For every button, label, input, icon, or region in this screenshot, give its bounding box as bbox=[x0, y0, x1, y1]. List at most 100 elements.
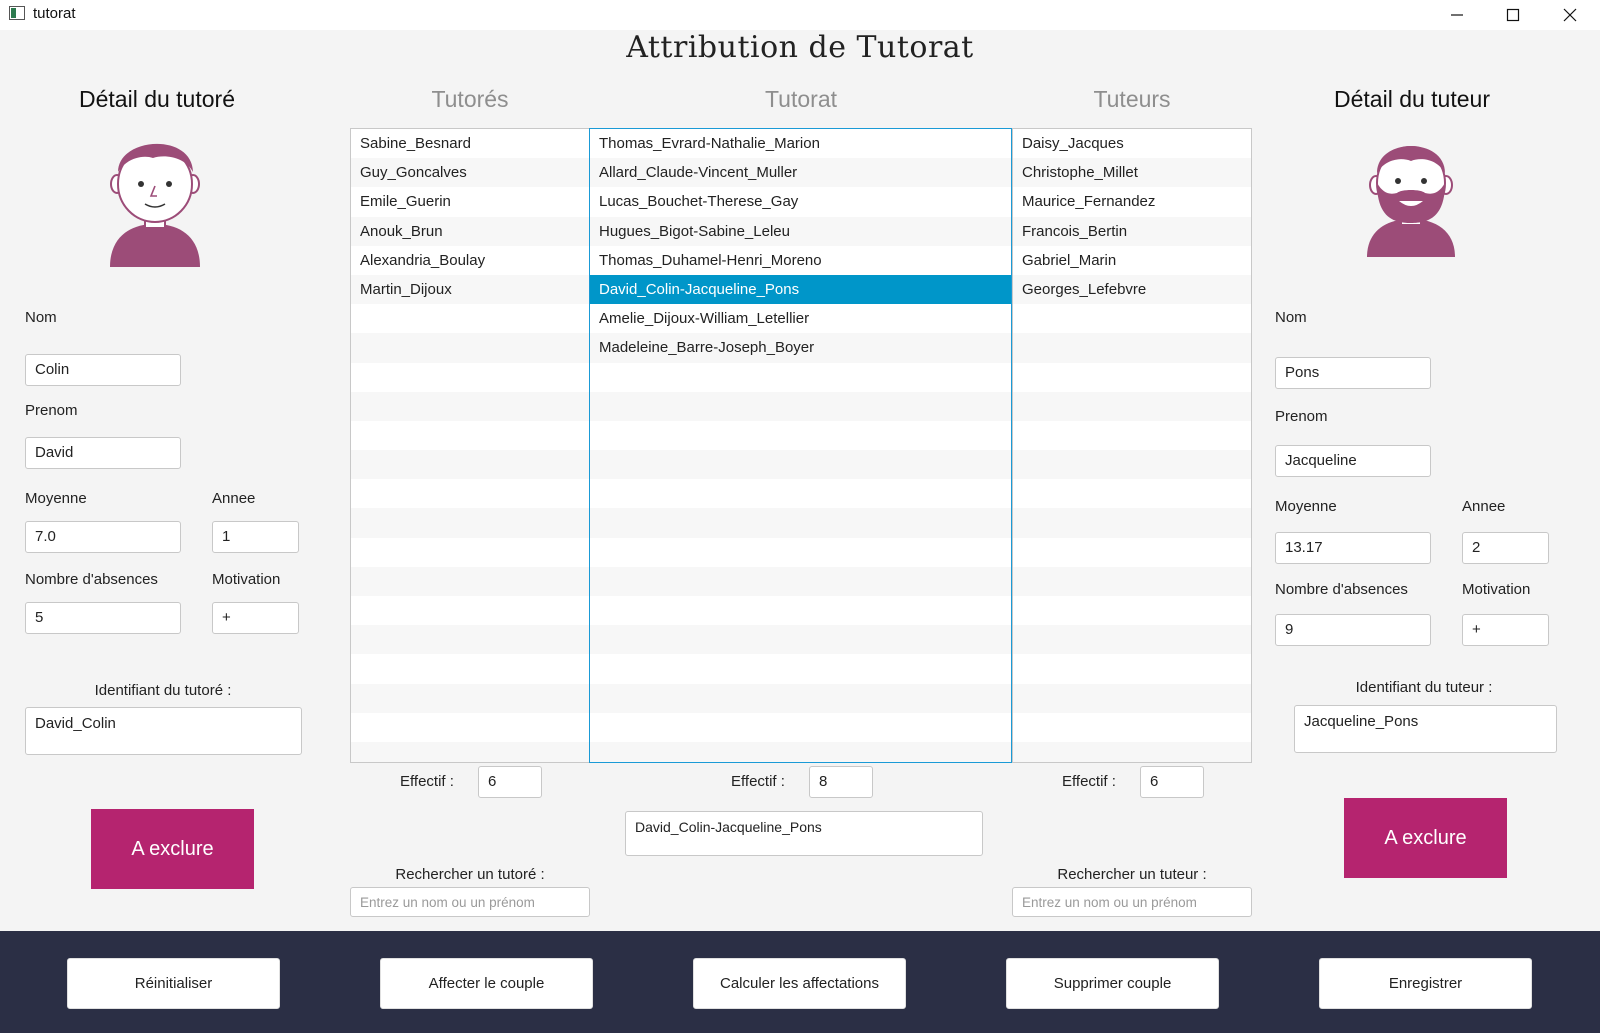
list-empty-row bbox=[590, 654, 1011, 683]
tutore-prenom-field[interactable]: David bbox=[25, 437, 181, 469]
list-item[interactable]: Amelie_Dijoux-William_Letellier bbox=[590, 304, 1011, 333]
tuteur-annee-field[interactable]: 2 bbox=[1462, 532, 1549, 564]
list-empty-row bbox=[1013, 421, 1251, 450]
close-button[interactable] bbox=[1541, 0, 1599, 30]
list-empty-row bbox=[351, 304, 589, 333]
tutore-moyenne-field[interactable]: 7.0 bbox=[25, 521, 181, 553]
search-tutore-label: Rechercher un tutoré : bbox=[395, 866, 545, 883]
tuteur-moyenne-label: Moyenne bbox=[1275, 498, 1337, 515]
list-empty-row bbox=[351, 566, 589, 596]
tuteurs-effectif-field[interactable]: 6 bbox=[1140, 766, 1204, 798]
window-title: tutorat bbox=[33, 5, 76, 22]
tuteur-exclude-button[interactable]: A exclure bbox=[1344, 798, 1507, 878]
tutorat-list[interactable]: Thomas_Evrard-Nathalie_Marion Allard_Clau… bbox=[589, 128, 1012, 763]
list-empty-row bbox=[351, 391, 589, 421]
save-button[interactable]: Enregistrer bbox=[1319, 958, 1532, 1009]
list-item[interactable]: Christophe_Millet bbox=[1013, 158, 1251, 188]
selected-couple-field[interactable]: David_Colin-Jacqueline_Pons bbox=[625, 811, 983, 856]
bearded-man-avatar-icon bbox=[1367, 146, 1455, 257]
list-item[interactable]: Emile_Guerin bbox=[351, 187, 589, 216]
list-item[interactable]: Anouk_Brun bbox=[351, 216, 589, 246]
list-item[interactable]: Lucas_Bouchet-Therese_Gay bbox=[590, 187, 1011, 216]
tutores-list[interactable]: Sabine_Besnard Guy_Goncalves Emile_Guerin A… bbox=[350, 128, 590, 763]
tutore-identifiant-field[interactable]: David_Colin bbox=[25, 707, 302, 755]
tutore-annee-field[interactable]: 1 bbox=[212, 521, 299, 553]
tuteur-prenom-label: Prenom bbox=[1275, 408, 1328, 425]
list-empty-row bbox=[1013, 363, 1251, 392]
list-empty-row bbox=[1013, 391, 1251, 421]
list-empty-row bbox=[590, 566, 1011, 596]
compute-assignments-button[interactable]: Calculer les affectations bbox=[693, 958, 906, 1009]
tutore-detail-title: Détail du tutoré bbox=[79, 86, 235, 112]
list-empty-row bbox=[1013, 538, 1251, 567]
list-item[interactable]: Thomas_Evrard-Nathalie_Marion bbox=[590, 129, 1011, 158]
list-item[interactable]: Guy_Goncalves bbox=[351, 158, 589, 188]
action-bar: Réinitialiser Affecter le couple Calcule… bbox=[0, 931, 1600, 1033]
search-tutore-input[interactable] bbox=[350, 887, 590, 917]
tuteur-absences-field[interactable]: 9 bbox=[1275, 614, 1431, 646]
tuteur-nom-label: Nom bbox=[1275, 309, 1307, 326]
close-icon bbox=[1563, 8, 1577, 22]
list-empty-row bbox=[590, 538, 1011, 567]
tutore-nom-field[interactable]: Colin bbox=[25, 354, 181, 386]
list-empty-row bbox=[590, 625, 1011, 655]
list-empty-row bbox=[590, 596, 1011, 625]
tutores-effectif-field[interactable]: 6 bbox=[478, 766, 542, 798]
list-empty-row bbox=[1013, 304, 1251, 333]
list-item[interactable]: Gabriel_Marin bbox=[1013, 246, 1251, 275]
tutore-moyenne-label: Moyenne bbox=[25, 490, 87, 507]
list-empty-row bbox=[351, 654, 589, 683]
tutore-nom-label: Nom bbox=[25, 309, 57, 326]
tuteur-nom-field[interactable]: Pons bbox=[1275, 357, 1431, 389]
list-empty-row bbox=[1013, 479, 1251, 508]
tutore-prenom-label: Prenom bbox=[25, 402, 78, 419]
tuteur-moyenne-field[interactable]: 13.17 bbox=[1275, 532, 1431, 564]
tutore-motivation-field[interactable]: + bbox=[212, 602, 299, 634]
list-item[interactable]: Georges_Lefebvre bbox=[1013, 274, 1251, 305]
tutore-motivation-label: Motivation bbox=[212, 571, 281, 588]
tuteur-identifiant-field[interactable]: Jacqueline_Pons bbox=[1294, 705, 1557, 753]
list-item[interactable]: David_Colin-Jacqueline_Pons bbox=[590, 274, 1011, 305]
tutorat-column-title: Tutorat bbox=[764, 86, 837, 112]
list-empty-row bbox=[351, 713, 589, 742]
maximize-button[interactable] bbox=[1484, 0, 1542, 30]
list-empty-row bbox=[351, 363, 589, 392]
list-empty-row bbox=[1013, 741, 1251, 762]
list-item[interactable]: Maurice_Fernandez bbox=[1013, 187, 1251, 216]
list-item[interactable]: Thomas_Duhamel-Henri_Moreno bbox=[590, 246, 1011, 275]
tuteur-motivation-field[interactable]: + bbox=[1462, 614, 1549, 646]
list-empty-row bbox=[351, 683, 589, 713]
list-item[interactable]: Daisy_Jacques bbox=[1013, 129, 1251, 158]
list-empty-row bbox=[590, 741, 1011, 762]
assign-couple-button[interactable]: Affecter le couple bbox=[380, 958, 593, 1009]
list-empty-row bbox=[1013, 713, 1251, 742]
tuteurs-list[interactable]: Daisy_Jacques Christophe_Millet Maurice_Fe… bbox=[1012, 128, 1252, 763]
tutore-absences-field[interactable]: 5 bbox=[25, 602, 181, 634]
list-empty-row bbox=[590, 363, 1011, 392]
list-item[interactable]: Francois_Bertin bbox=[1013, 216, 1251, 246]
list-item[interactable]: Martin_Dijoux bbox=[351, 274, 589, 305]
list-item[interactable]: Hugues_Bigot-Sabine_Leleu bbox=[590, 216, 1011, 246]
list-item[interactable]: Sabine_Besnard bbox=[351, 129, 589, 158]
list-empty-row bbox=[351, 479, 589, 508]
list-item[interactable]: Allard_Claude-Vincent_Muller bbox=[590, 158, 1011, 188]
tutorat-effectif-field[interactable]: 8 bbox=[809, 766, 873, 798]
list-empty-row bbox=[351, 508, 589, 538]
tuteur-identifiant-label: Identifiant du tuteur : bbox=[1355, 679, 1493, 696]
tutorat-effectif-label: Effectif : bbox=[731, 773, 785, 790]
list-item[interactable]: Madeleine_Barre-Joseph_Boyer bbox=[590, 333, 1011, 363]
list-empty-row bbox=[351, 333, 589, 363]
minimize-button[interactable] bbox=[1428, 0, 1486, 30]
list-item[interactable]: Alexandria_Boulay bbox=[351, 246, 589, 275]
list-empty-row bbox=[590, 713, 1011, 742]
tutores-column-title: Tutorés bbox=[431, 86, 509, 112]
delete-couple-button[interactable]: Supprimer couple bbox=[1006, 958, 1219, 1009]
tutore-identifiant-label: Identifiant du tutoré : bbox=[94, 682, 232, 699]
minimize-icon bbox=[1451, 14, 1463, 16]
search-tuteur-input[interactable] bbox=[1012, 887, 1252, 917]
list-empty-row bbox=[1013, 654, 1251, 683]
tuteur-prenom-field[interactable]: Jacqueline bbox=[1275, 445, 1431, 477]
tutore-exclude-button[interactable]: A exclure bbox=[91, 809, 254, 889]
boy-avatar-icon bbox=[110, 143, 200, 267]
reset-button[interactable]: Réinitialiser bbox=[67, 958, 280, 1009]
